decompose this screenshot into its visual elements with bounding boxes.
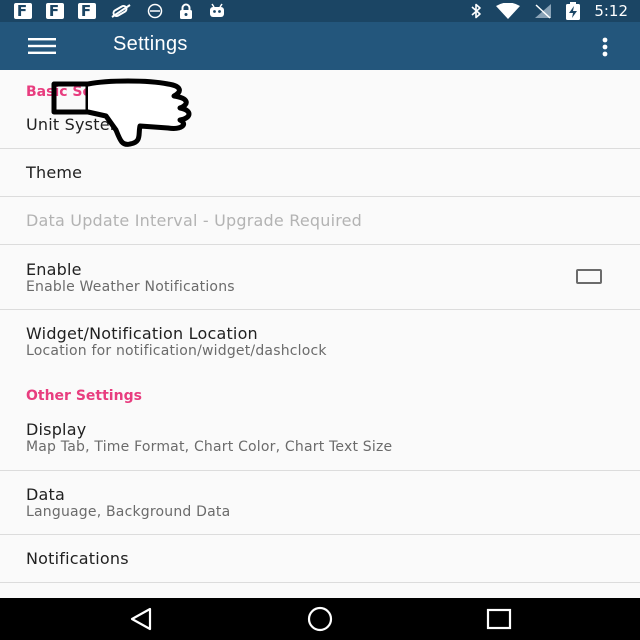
app-bar: Settings bbox=[0, 22, 640, 70]
setting-subtitle: Map Tab, Time Format, Chart Color, Chart… bbox=[26, 439, 393, 455]
status-time: 5:12 bbox=[594, 2, 628, 20]
setting-title: Display bbox=[26, 420, 87, 439]
facebook-icon: F bbox=[78, 3, 96, 19]
setting-widget-location[interactable]: Widget/Notification Location Location fo… bbox=[0, 310, 640, 374]
setting-title: Theme bbox=[26, 163, 83, 182]
setting-theme[interactable]: Theme bbox=[0, 149, 640, 197]
enable-checkbox[interactable] bbox=[576, 269, 602, 284]
setting-enable-notifications[interactable]: Enable Enable Weather Notifications bbox=[0, 245, 640, 309]
wifi-icon bbox=[496, 3, 521, 19]
section-heading-other: Other Settings bbox=[26, 388, 142, 404]
setting-data[interactable]: Data Language, Background Data bbox=[0, 471, 640, 535]
navigation-bar bbox=[0, 598, 640, 640]
setting-data-update-interval[interactable]: Data Update Interval - Upgrade Required bbox=[0, 197, 640, 245]
system-status-icons: 5:12 bbox=[470, 2, 628, 20]
lock-icon bbox=[178, 3, 194, 19]
setting-title: Data Update Interval - Upgrade Required bbox=[26, 211, 363, 230]
setting-notifications[interactable]: Notifications bbox=[0, 535, 640, 583]
recents-icon[interactable] bbox=[484, 606, 514, 632]
battery-charging-icon bbox=[566, 2, 581, 20]
no-signal-icon bbox=[534, 3, 552, 19]
page-title: Settings bbox=[113, 33, 188, 55]
back-icon[interactable] bbox=[126, 606, 156, 632]
facebook-icon: F bbox=[14, 3, 32, 19]
setting-title: Data bbox=[26, 485, 66, 504]
setting-unit-system[interactable]: Unit System bbox=[0, 104, 640, 148]
android-debug-icon bbox=[208, 3, 226, 19]
notification-icons: F F F bbox=[14, 2, 226, 20]
setting-display[interactable]: Display Map Tab, Time Format, Chart Colo… bbox=[0, 408, 640, 478]
setting-title: Widget/Notification Location bbox=[26, 324, 258, 343]
no-pills-icon bbox=[110, 3, 132, 19]
setting-title: Unit System bbox=[26, 115, 126, 134]
setting-title: Notifications bbox=[26, 549, 129, 568]
home-icon[interactable] bbox=[304, 606, 336, 632]
facebook-icon: F bbox=[46, 3, 64, 19]
more-vert-icon[interactable] bbox=[592, 34, 618, 60]
hamburger-menu-icon[interactable] bbox=[26, 36, 58, 56]
divider bbox=[0, 582, 640, 583]
alarm-off-icon bbox=[146, 3, 164, 19]
status-bar: F F F 5:12 bbox=[0, 0, 640, 22]
setting-subtitle: Location for notification/widget/dashclo… bbox=[26, 343, 327, 359]
setting-subtitle: Enable Weather Notifications bbox=[26, 279, 235, 295]
section-heading-basic: Basic Settings bbox=[26, 84, 139, 100]
bluetooth-icon bbox=[470, 3, 482, 19]
setting-subtitle: Language, Background Data bbox=[26, 504, 231, 520]
setting-title: Enable bbox=[26, 260, 82, 279]
